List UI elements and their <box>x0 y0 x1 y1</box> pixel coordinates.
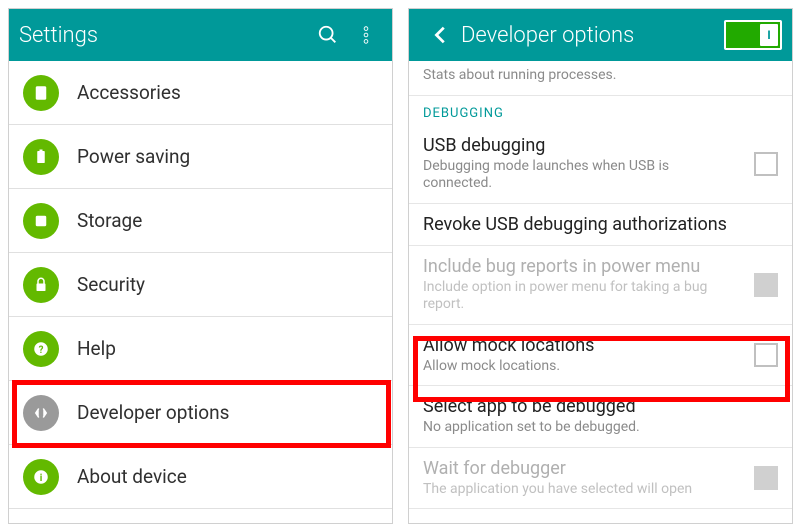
about-device-icon: i <box>23 459 59 495</box>
settings-header: Settings <box>9 9 392 61</box>
dev-item-title: Wait for debugger <box>423 458 778 479</box>
power-saving-icon <box>23 139 59 175</box>
settings-item-about-device[interactable]: i About device <box>9 445 392 509</box>
debugging-section-header: DEBUGGING <box>409 96 792 125</box>
settings-item-label: Accessories <box>77 81 181 104</box>
dev-item-title: Revoke USB debugging authorizations <box>423 214 778 235</box>
search-icon[interactable] <box>312 19 344 51</box>
dev-item-select-app[interactable]: Select app to be debugged No application… <box>409 386 792 448</box>
settings-item-power-saving[interactable]: Power saving <box>9 125 392 189</box>
settings-title: Settings <box>19 23 306 48</box>
wait-debugger-checkbox <box>754 466 778 490</box>
settings-item-label: Security <box>77 273 145 296</box>
dev-item-title: Include bug reports in power menu <box>423 256 778 277</box>
dev-item-title: USB debugging <box>423 135 778 156</box>
dev-item-subtitle: The application you have selected will o… <box>423 481 778 499</box>
dev-item-usb-debugging[interactable]: USB debugging Debugging mode launches wh… <box>409 125 792 204</box>
settings-item-security[interactable]: Security <box>9 253 392 317</box>
settings-item-developer-options[interactable]: Developer options <box>9 381 392 445</box>
settings-item-accessories[interactable]: Accessories <box>9 61 392 125</box>
dev-item-title: Select app to be debugged <box>423 396 778 417</box>
developer-options-icon <box>23 395 59 431</box>
settings-item-storage[interactable]: Storage <box>9 189 392 253</box>
dev-item-subtitle: No application set to be debugged. <box>423 419 778 437</box>
dev-item-process-stats[interactable]: Stats about running processes. <box>409 61 792 96</box>
dev-item-subtitle: Allow mock locations. <box>423 358 778 376</box>
dev-item-subtitle: Debugging mode launches when USB is conn… <box>423 158 778 193</box>
svg-text:i: i <box>40 472 43 483</box>
dev-item-subtitle: Stats about running processes. <box>423 67 778 85</box>
settings-item-label: Storage <box>77 209 142 232</box>
svg-text:?: ? <box>39 344 44 355</box>
settings-item-label: Power saving <box>77 145 190 168</box>
dev-item-revoke-usb[interactable]: Revoke USB debugging authorizations <box>409 204 792 246</box>
mock-locations-checkbox[interactable] <box>754 343 778 367</box>
dev-item-mock-locations[interactable]: Allow mock locations Allow mock location… <box>409 325 792 387</box>
dev-item-bug-reports: Include bug reports in power menu Includ… <box>409 246 792 325</box>
usb-debugging-checkbox[interactable] <box>754 152 778 176</box>
applications-section-header: APPLICATIONS <box>9 509 392 524</box>
developer-options-header: Developer options I <box>409 9 792 61</box>
settings-item-label: Developer options <box>77 401 229 424</box>
dev-item-wait-debugger: Wait for debugger The application you ha… <box>409 448 792 510</box>
help-icon: ? <box>23 331 59 367</box>
storage-icon <box>23 203 59 239</box>
security-icon <box>23 267 59 303</box>
overflow-icon[interactable] <box>350 19 382 51</box>
developer-options-master-toggle[interactable]: I <box>724 20 782 50</box>
settings-screen: Settings Accessories Power saving Storag… <box>8 8 393 524</box>
back-icon[interactable] <box>425 19 457 51</box>
settings-item-label: About device <box>77 465 187 488</box>
dev-item-subtitle: Include option in power menu for taking … <box>423 279 778 314</box>
developer-options-screen: Developer options I Stats about running … <box>408 8 793 524</box>
bug-reports-checkbox <box>754 273 778 297</box>
settings-item-label: Help <box>77 337 116 360</box>
dev-item-title: Allow mock locations <box>423 335 778 356</box>
developer-options-title: Developer options <box>461 23 724 48</box>
accessories-icon <box>23 75 59 111</box>
settings-item-help[interactable]: ? Help <box>9 317 392 381</box>
